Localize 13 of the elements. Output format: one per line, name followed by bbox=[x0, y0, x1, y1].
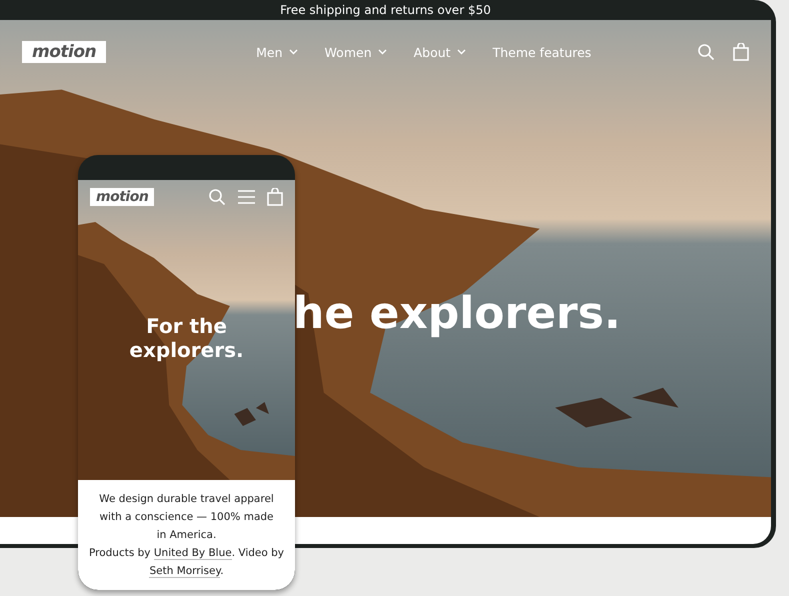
caption-text: We design durable travel apparel with a conscience — 100% made in America. bbox=[98, 492, 275, 543]
search-icon[interactable] bbox=[208, 188, 226, 206]
shopping-bag-icon[interactable] bbox=[733, 43, 749, 61]
search-icon[interactable] bbox=[697, 43, 715, 61]
shopping-bag-icon[interactable] bbox=[267, 188, 283, 206]
menu-icon[interactable] bbox=[238, 190, 255, 204]
hero-heading: For the explorers. bbox=[128, 314, 245, 362]
logo[interactable]: motion bbox=[90, 188, 154, 206]
credit-link[interactable]: United By Blue bbox=[154, 547, 232, 560]
announcement-text: Free shipping and returns over $50 bbox=[279, 2, 492, 19]
logo[interactable]: motion bbox=[22, 41, 106, 63]
credit-link[interactable]: Seth Morrisey bbox=[149, 565, 220, 578]
credits-text: Products by United By Blue. Video by Seth Morrisey. bbox=[88, 546, 286, 580]
